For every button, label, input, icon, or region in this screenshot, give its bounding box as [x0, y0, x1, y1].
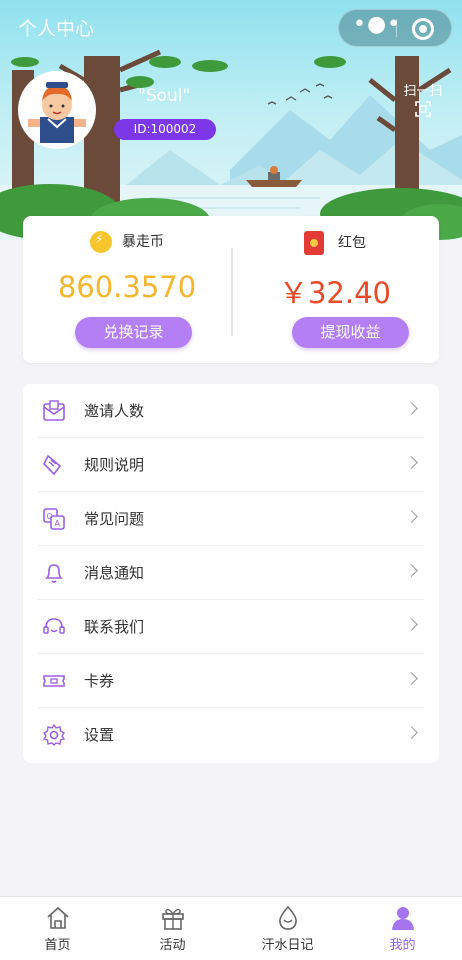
headset-icon	[43, 618, 65, 634]
menu-item-contact[interactable]: 联系我们	[38, 600, 424, 654]
more-dots-icon[interactable]: •●•	[353, 10, 400, 46]
user-id-badge: ID:100002	[114, 119, 216, 140]
menu-item-coupons[interactable]: 卡券	[38, 654, 424, 708]
menu-list: 邀请人数 规则说明 Q A 常见问题 消息通知 联系我们 卡券 设置	[23, 384, 439, 763]
sweat-drop-icon	[278, 905, 297, 930]
chevron-right-icon	[405, 618, 418, 631]
scan-qr-icon	[415, 101, 431, 117]
chevron-right-icon	[405, 726, 418, 739]
tab-activities[interactable]: 活动	[115, 897, 230, 960]
menu-item-label: 规则说明	[84, 456, 145, 474]
target-icon[interactable]	[412, 18, 434, 40]
gift-icon	[161, 908, 184, 930]
redpack-amount: ￥32.40	[278, 276, 392, 310]
tab-label: 汗水日记	[261, 938, 314, 953]
redpack-header: 红包	[231, 231, 439, 255]
menu-item-faq[interactable]: Q A 常见问题	[38, 492, 424, 546]
chevron-right-icon	[405, 564, 418, 577]
coin-label: 暴走币	[122, 234, 164, 250]
username: "Soul"	[138, 86, 191, 106]
menu-item-settings[interactable]: 设置	[38, 708, 424, 762]
tab-home[interactable]: 首页	[0, 897, 115, 960]
chevron-right-icon	[405, 672, 418, 685]
invite-envelope-icon	[43, 400, 65, 421]
capsule-divider	[396, 19, 397, 37]
chevron-right-icon	[405, 402, 418, 415]
chevron-right-icon	[405, 456, 418, 469]
faq-qa-icon: Q A	[43, 508, 65, 530]
svg-text:Q: Q	[47, 512, 53, 521]
lightning-coin-icon	[90, 231, 112, 253]
settings-gear-icon	[42, 723, 66, 746]
wallet-card: 暴走币 860.3570 兑换记录 红包 ￥32.40 提现收益	[23, 216, 439, 363]
redpack-label: 红包	[338, 235, 366, 251]
redpack-balance: 红包 ￥32.40 提现收益	[231, 216, 439, 363]
menu-item-label: 消息通知	[84, 564, 145, 582]
cartoon-avatar-icon	[28, 82, 86, 143]
tab-sweat-diary[interactable]: 汗水日记	[230, 897, 345, 960]
mini-program-capsule: •●•	[338, 9, 452, 47]
rules-document-icon	[43, 454, 62, 476]
menu-item-rules[interactable]: 规则说明	[38, 438, 424, 492]
red-envelope-icon	[304, 231, 324, 255]
tab-label: 首页	[44, 938, 71, 953]
withdraw-earnings-button[interactable]: 提现收益	[292, 317, 409, 348]
exchange-records-button[interactable]: 兑换记录	[75, 317, 192, 348]
title-bar: 个人中心 •●•	[0, 0, 462, 56]
tab-label: 我的	[389, 938, 416, 953]
coin-amount: 860.3570	[57, 270, 197, 304]
page-title: 个人中心	[18, 18, 95, 40]
menu-item-label: 卡券	[84, 672, 115, 690]
avatar[interactable]	[18, 71, 96, 149]
scan-label: 扫一扫	[403, 84, 443, 99]
menu-item-label: 设置	[84, 726, 115, 744]
tab-mine[interactable]: 我的	[345, 897, 460, 960]
bell-icon	[45, 564, 63, 583]
menu-item-invites[interactable]: 邀请人数	[38, 384, 424, 438]
menu-item-label: 联系我们	[84, 618, 145, 636]
coin-balance: 暴走币 860.3570 兑换记录	[23, 216, 231, 363]
home-icon	[46, 906, 69, 929]
bottom-tab-bar: 首页 活动 汗水日记 我的	[0, 896, 462, 960]
user-icon	[391, 907, 414, 930]
menu-item-label: 邀请人数	[84, 402, 145, 420]
tab-label: 活动	[159, 938, 186, 953]
profile-header: 个人中心 •●• "Soul" ID:100002 扫一扫	[0, 0, 462, 240]
menu-item-notifications[interactable]: 消息通知	[38, 546, 424, 600]
coin-header: 暴走币	[23, 231, 231, 253]
chevron-right-icon	[405, 510, 418, 523]
ticket-icon	[43, 675, 65, 687]
scan-button[interactable]: 扫一扫	[399, 80, 447, 117]
menu-item-label: 常见问题	[84, 510, 145, 528]
svg-text:A: A	[55, 519, 61, 528]
